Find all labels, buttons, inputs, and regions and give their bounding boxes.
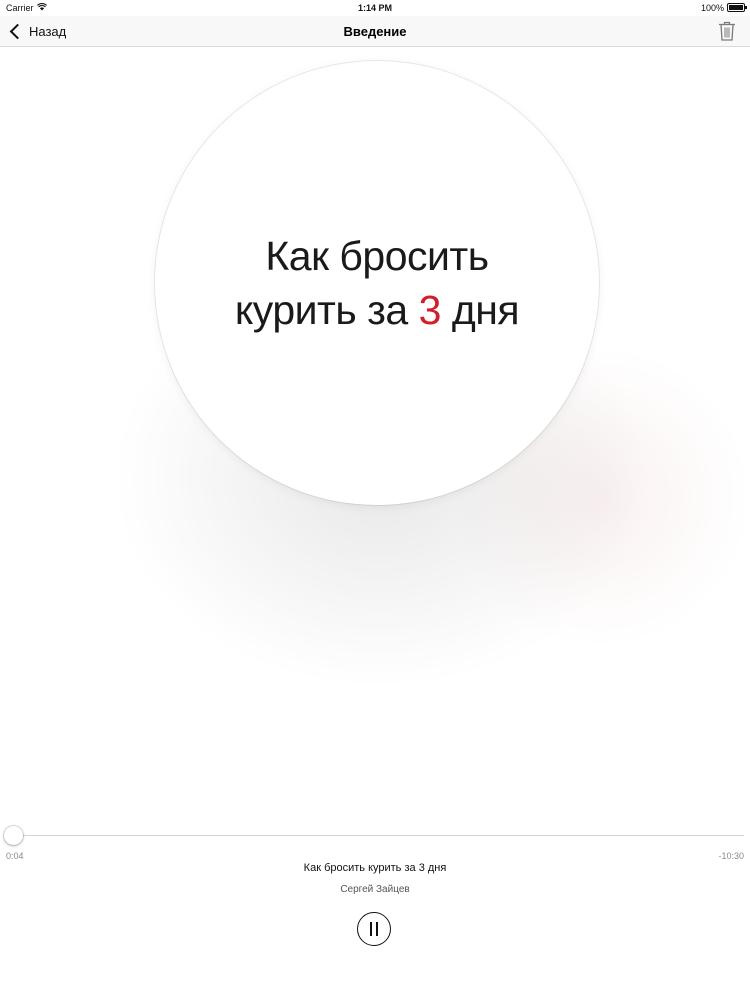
- artwork-title-text: дня: [451, 287, 520, 333]
- artwork-title-line1: Как бросить: [265, 233, 489, 279]
- elapsed-time: 0:04: [6, 851, 24, 861]
- page-title: Введение: [343, 24, 407, 39]
- pause-icon: [376, 922, 378, 936]
- pause-icon: [370, 922, 372, 936]
- artwork-title-line2: курить за 3 дня: [155, 283, 599, 337]
- artwork-title: Как бросить курить за 3 дня: [155, 229, 599, 337]
- remaining-time: -10:30: [718, 851, 744, 861]
- battery-percent: 100%: [700, 3, 724, 13]
- status-time: 1:14 PM: [357, 3, 392, 13]
- track-artist: Сергей Зайцев: [340, 884, 410, 895]
- artwork-title-number: 3: [418, 287, 442, 333]
- track-title: Как бросить курить за 3 дня: [303, 862, 447, 874]
- status-bar: Carrier 1:14 PM 100%: [0, 0, 750, 16]
- album-artwork: Как бросить курить за 3 дня: [155, 61, 599, 505]
- progress-scrubber[interactable]: [4, 826, 23, 845]
- battery-icon: [727, 3, 747, 12]
- progress-track[interactable]: [14, 835, 744, 836]
- navigation-bar: Назад Введение: [0, 16, 750, 47]
- pause-button[interactable]: [357, 912, 391, 946]
- artwork-title-text: курить за: [234, 287, 408, 333]
- trash-icon[interactable]: [718, 21, 736, 41]
